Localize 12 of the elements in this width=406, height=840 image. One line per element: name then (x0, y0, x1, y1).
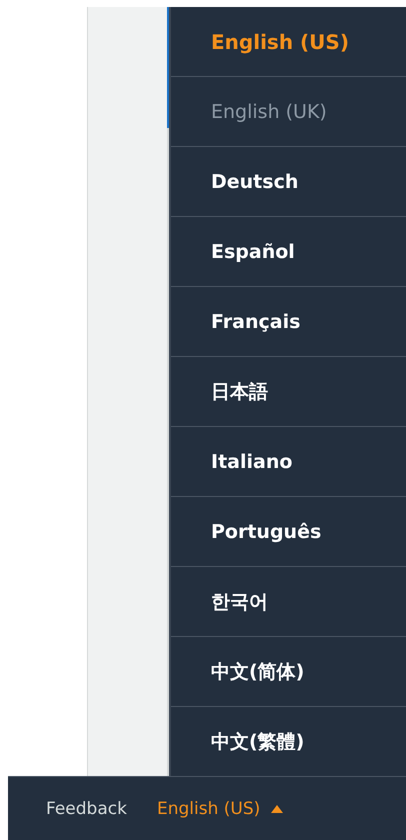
language-option[interactable]: Deutsch (171, 147, 406, 217)
language-option[interactable]: 日本語 (171, 357, 406, 427)
feedback-link[interactable]: Feedback (46, 798, 127, 818)
language-option[interactable]: Français (171, 287, 406, 357)
language-option[interactable]: English (US) (171, 7, 406, 77)
caret-icon (270, 804, 284, 814)
language-option[interactable]: 中文(简体) (171, 637, 406, 707)
language-selector[interactable]: English (US) (156, 798, 284, 818)
language-option[interactable]: Português (171, 497, 406, 567)
language-option[interactable]: 한국어 (171, 567, 406, 637)
language-option[interactable]: Español (171, 217, 406, 287)
language-option[interactable]: Italiano (171, 427, 406, 497)
